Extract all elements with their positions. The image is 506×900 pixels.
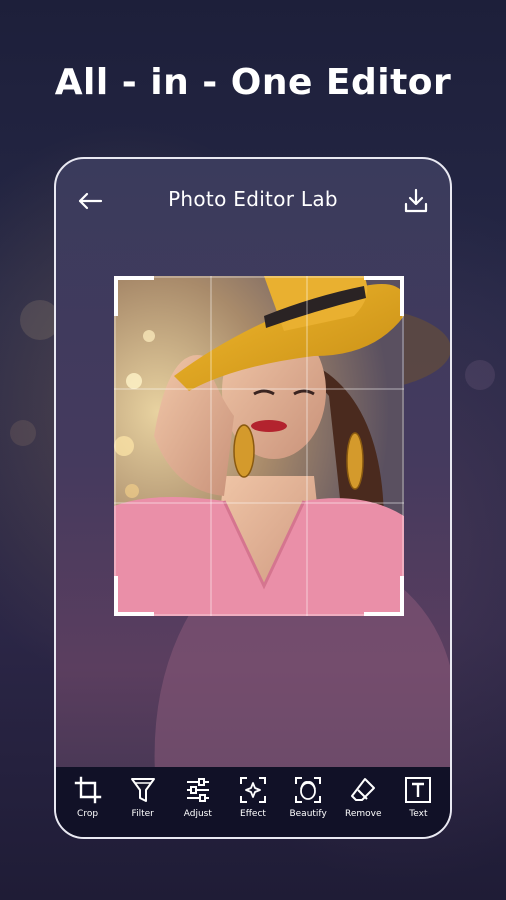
tool-label: Effect — [240, 809, 266, 819]
phone-frame: Photo Editor Lab Crop Filter Adjust Effe… — [54, 157, 452, 839]
sliders-icon — [186, 778, 209, 802]
filter-icon — [130, 778, 155, 802]
tool-text[interactable]: Text — [393, 767, 443, 820]
text-icon — [405, 777, 432, 803]
crop-corner-bottom-left — [114, 576, 154, 616]
tool-label: Crop — [77, 809, 99, 819]
tool-label: Adjust — [183, 809, 212, 819]
eraser-icon — [351, 778, 376, 801]
tool-label: Text — [409, 809, 428, 819]
face-beautify-icon — [295, 777, 322, 803]
tool-filter[interactable]: Filter — [118, 767, 168, 820]
app-bar: Photo Editor Lab — [56, 159, 450, 243]
tool-label: Remove — [345, 809, 382, 819]
crop-grid[interactable] — [114, 276, 404, 616]
tool-crop[interactable]: Crop — [63, 767, 113, 820]
tool-label: Beautify — [289, 809, 327, 819]
tool-beautify[interactable]: Beautify — [283, 767, 333, 820]
app-title: Photo Editor Lab — [168, 187, 338, 211]
tool-bar: Crop Filter Adjust Effect Beautify Remov… — [56, 767, 450, 837]
crop-corner-top-right — [364, 276, 404, 316]
crop-corner-top-left — [114, 276, 154, 316]
tool-remove[interactable]: Remove — [338, 767, 388, 820]
headline: All - in - One Editor — [54, 62, 452, 103]
download-icon[interactable] — [402, 187, 430, 215]
tool-label: Filter — [131, 809, 154, 819]
screen: All - in - One Editor Photo Editor Lab C… — [0, 0, 506, 900]
background-bokeh — [10, 420, 36, 446]
background-bokeh — [465, 360, 495, 390]
tool-adjust[interactable]: Adjust — [173, 767, 223, 820]
tool-effect[interactable]: Effect — [228, 767, 278, 820]
crop-corner-bottom-right — [364, 576, 404, 616]
sparkle-effect-icon — [239, 777, 266, 803]
crop-icon — [74, 776, 101, 804]
